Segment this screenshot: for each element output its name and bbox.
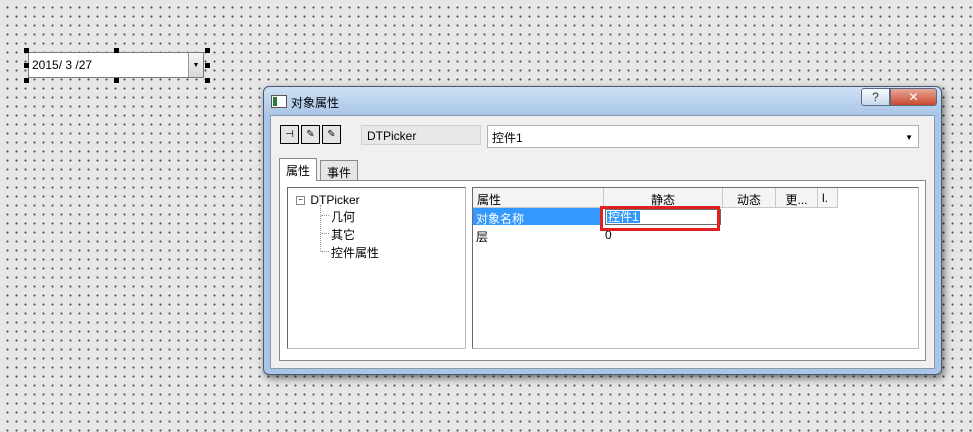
resize-handle-top[interactable] [114,48,119,53]
grid-header: 属性 静态 动态 更... l. [473,188,918,208]
object-name-value: 控件1 [492,131,523,145]
tree-connector [321,233,329,234]
tab-events[interactable]: 事件 [320,160,359,181]
resize-handle-bottom-right[interactable] [205,78,210,83]
tree-root-label: DTPicker [310,193,360,207]
header-extra[interactable]: l. [818,188,838,208]
tree-connector [321,215,329,216]
pick-tool-alt-button[interactable]: ✎ [322,125,341,144]
tree-item-control-properties[interactable]: 控件属性 [331,244,379,261]
help-button[interactable]: ? [861,88,890,106]
header-property[interactable]: 属性 [473,188,604,208]
row-name-layer: 层 [476,230,489,244]
dialog-title: 对象属性 [291,96,340,110]
object-type-field: DTPicker [361,125,481,145]
row-name-object-name: 对象名称 [476,212,525,226]
tree-item-other[interactable]: 其它 [331,226,355,243]
resize-handle-bottom-left[interactable] [24,78,29,83]
resize-handle-left[interactable] [24,63,29,68]
highlight-annotation [600,206,720,231]
close-button[interactable]: ✕ [890,88,937,106]
object-name-combo[interactable]: 控件1 ▼ [487,125,919,148]
resize-handle-top-left[interactable] [24,48,29,53]
tree-root-item[interactable]: − DTPicker [296,193,360,207]
dialog-client: ⊣ ✎ ✎ DTPicker 控件1 ▼ 属性 事件 − DTPicker 几何… [270,115,935,369]
dialog-titlebar[interactable]: 对象属性 ? ✕ [264,87,941,115]
tab-properties[interactable]: 属性 [279,158,318,181]
tree-connector [320,205,321,251]
datepicker-value: 2015/ 3 /27 [32,58,93,72]
collapse-icon[interactable]: − [296,196,305,206]
header-static[interactable]: 静态 [604,188,723,208]
header-dynamic[interactable]: 动态 [723,188,776,208]
resize-handle-bottom[interactable] [114,78,119,83]
chevron-down-icon[interactable]: ▼ [905,133,913,142]
pick-tool-button[interactable]: ✎ [301,125,320,144]
datepicker-control[interactable]: 2015/ 3 /27 ▼ [28,52,204,78]
property-tree[interactable]: − DTPicker 几何 其它 控件属性 [287,187,466,349]
pin-button[interactable]: ⊣ [280,125,299,144]
window-icon [271,95,287,108]
resize-handle-top-right[interactable] [205,48,210,53]
header-more[interactable]: 更... [776,188,818,208]
resize-handle-right[interactable] [205,63,210,68]
tree-item-geometry[interactable]: 几何 [331,208,355,225]
chevron-down-icon[interactable]: ▼ [188,53,203,77]
tree-connector [321,251,329,252]
